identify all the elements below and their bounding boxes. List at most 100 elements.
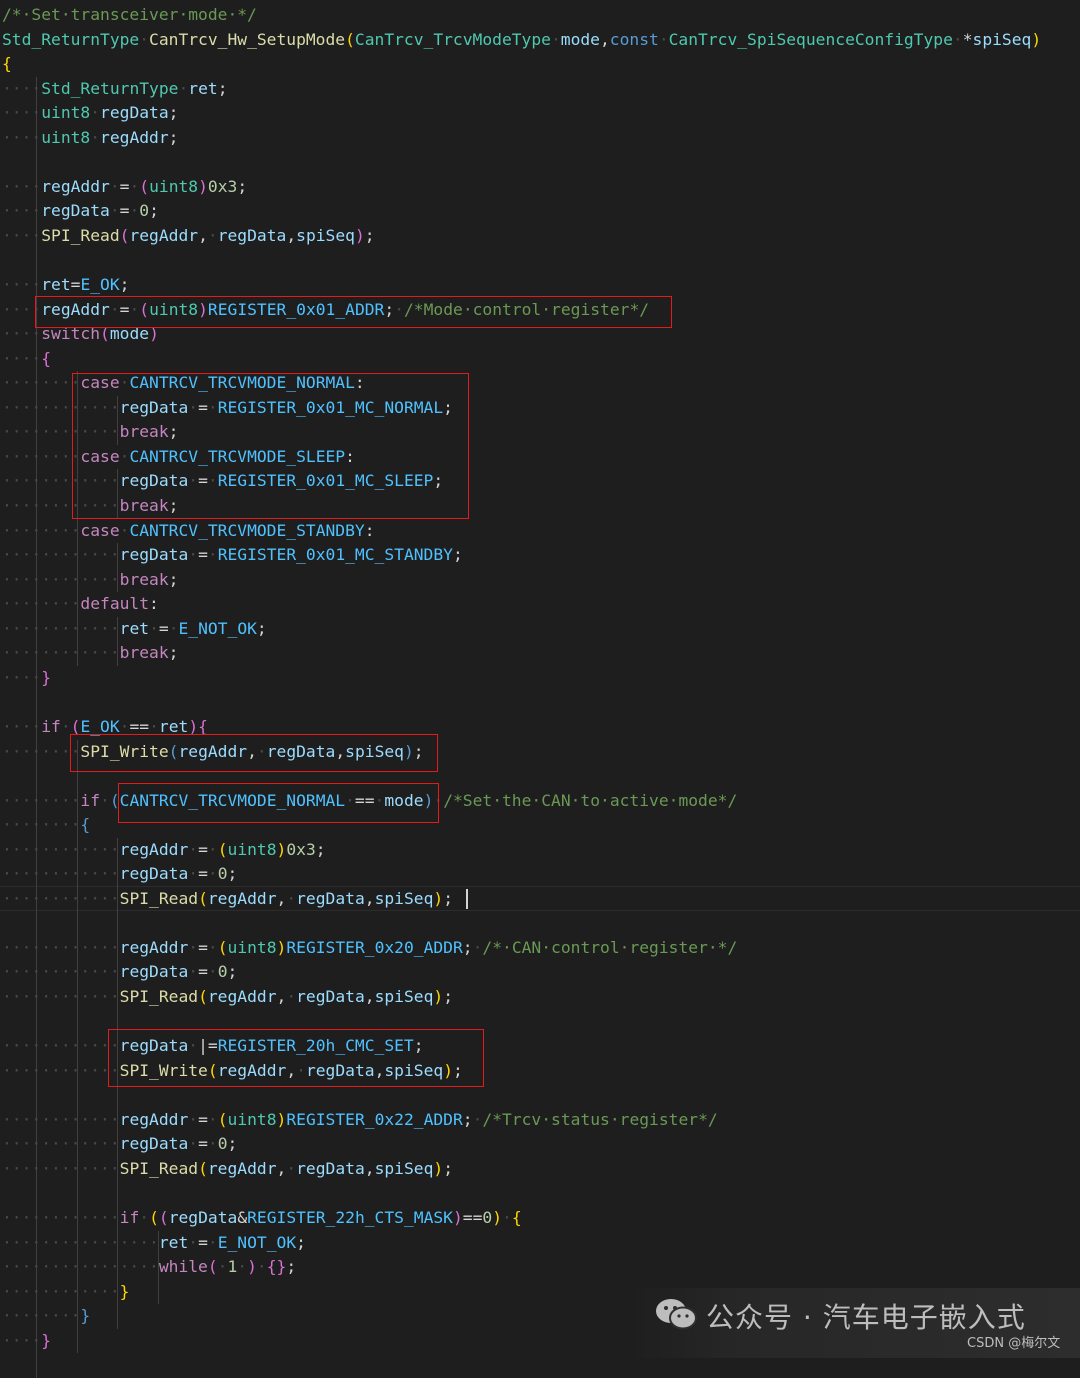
code-token: Std_ReturnType (41, 78, 179, 98)
whitespace-marker: ············ (2, 987, 120, 1006)
whitespace-marker: · (286, 1158, 297, 1178)
code-line[interactable]: ····ret=E_OK; (2, 273, 129, 298)
code-token: ; (315, 839, 326, 859)
code-token: ret (188, 78, 218, 98)
code-token: regAddr (119, 839, 189, 859)
code-line[interactable]: ····} (2, 1329, 51, 1354)
code-line[interactable]: ············SPI_Read(regAddr,·regData,sp… (2, 887, 453, 912)
code-token: spiSeq (972, 29, 1032, 49)
code-line[interactable]: ············regAddr·=·(uint8)REGISTER_0x… (2, 1108, 718, 1133)
whitespace-marker: ············ (2, 1281, 120, 1301)
whitespace-marker: · (286, 987, 297, 1006)
code-line[interactable]: ············SPI_Read(regAddr,·regData,sp… (2, 1157, 453, 1182)
code-line[interactable]: ····SPI_Read(regAddr,·regData,spiSeq); (2, 224, 375, 249)
code-token: regData (168, 1207, 238, 1227)
code-line[interactable]: ········} (2, 1304, 90, 1329)
code-line[interactable]: ············regData·=·0; (2, 862, 237, 887)
code-token: ) (492, 1207, 503, 1227)
code-token: = (198, 1134, 208, 1154)
code-token: ) (198, 176, 208, 196)
whitespace-marker: · (237, 1257, 248, 1277)
whitespace-marker: · (502, 1207, 512, 1227)
code-line[interactable]: ············SPI_Read(regAddr,·regData,sp… (2, 985, 453, 1010)
code-editor[interactable]: /*·Set·transceiver·mode·*/ Std_ReturnType… (0, 0, 1080, 1378)
whitespace-marker: · (207, 1134, 218, 1154)
code-line[interactable]: ············regAddr·=·(uint8)0x3; (2, 838, 326, 863)
code-token: /*·Set·transceiver·mode·*/ (2, 5, 257, 24)
whitespace-marker: ········ (2, 373, 81, 393)
whitespace-marker: ············ (2, 1134, 120, 1154)
code-token: ( (119, 225, 130, 245)
code-line[interactable]: ············break; (2, 641, 178, 666)
code-line[interactable]: ····} (2, 666, 51, 691)
code-token: ; (237, 176, 248, 196)
code-line[interactable]: ············} (2, 1280, 129, 1305)
whitespace-marker: ········ (2, 741, 81, 761)
code-line[interactable]: ············regData·=·0; (2, 1132, 237, 1157)
code-token: , (276, 888, 287, 908)
code-line[interactable]: ············if·((regData&REGISTER_22h_CT… (2, 1206, 522, 1231)
code-line[interactable]: ············break; (2, 568, 178, 593)
whitespace-marker: ············ (2, 643, 120, 663)
whitespace-marker: ···· (2, 716, 42, 736)
code-token: const (609, 29, 659, 49)
code-line[interactable]: /*·Set·transceiver·mode·*/ (2, 3, 257, 28)
code-token: uint8 (227, 1109, 277, 1129)
whitespace-marker: · (188, 1232, 199, 1252)
code-token: { (41, 348, 52, 368)
code-token: : (364, 520, 375, 540)
whitespace-marker: · (207, 937, 218, 957)
code-line[interactable]: { (2, 52, 12, 77)
code-line[interactable]: ····Std_ReturnType·ret; (2, 77, 228, 102)
code-line[interactable]: ········default: (2, 592, 159, 617)
code-token: regAddr (119, 937, 189, 957)
code-token: break (119, 569, 169, 589)
whitespace-marker: ···· (2, 201, 42, 221)
code-line[interactable]: ····regAddr·=·(uint8)0x3; (2, 175, 247, 200)
whitespace-marker: ···· (2, 78, 42, 98)
code-token: = (198, 839, 208, 859)
code-line[interactable]: Std_ReturnType·CanTrcv_Hw_SetupMode(CanT… (2, 28, 1041, 53)
code-line[interactable]: ········{ (2, 813, 90, 838)
code-token: if (119, 1207, 140, 1227)
code-token: CANTRCV_TRCVMODE_STANDBY (129, 520, 365, 540)
code-token: regData (41, 201, 110, 221)
code-line[interactable]: ············ret·=·E_NOT_OK; (2, 617, 267, 642)
code-line[interactable]: ····regData·=·0; (2, 199, 159, 224)
text-caret (466, 888, 468, 909)
code-token: regAddr (207, 987, 277, 1006)
code-line[interactable]: ············regAddr·=·(uint8)REGISTER_0x… (2, 936, 737, 961)
code-line[interactable]: ····{ (2, 347, 51, 372)
whitespace-marker: ···· (2, 348, 42, 368)
whitespace-marker: · (188, 1134, 199, 1154)
code-token: uint8 (149, 176, 199, 196)
code-token: spiSeq (374, 888, 434, 908)
code-line[interactable]: ················while(·1·)·{}; (2, 1255, 296, 1280)
code-token: = (198, 545, 208, 565)
code-line[interactable]: ············regData·=·0; (2, 960, 237, 985)
whitespace-marker: ···· (2, 225, 42, 245)
code-line[interactable]: ················ret·=·E_NOT_OK; (2, 1231, 306, 1256)
whitespace-marker: ········ (2, 446, 81, 466)
code-token: mode (560, 29, 600, 49)
code-token: ( (217, 937, 228, 957)
code-token: spiSeq (296, 225, 355, 245)
code-line[interactable]: ········case·CANTRCV_TRCVMODE_STANDBY: (2, 519, 375, 544)
code-token: if (41, 716, 61, 736)
code-token: 0 (217, 864, 228, 884)
code-token: ) (276, 839, 287, 859)
code-line[interactable]: ····uint8·regAddr; (2, 126, 178, 151)
watermark-text: 公众号 · 汽车电子嵌入式 (706, 1301, 1026, 1334)
code-line[interactable]: ····uint8·regData; (2, 101, 178, 126)
whitespace-marker: ············ (2, 618, 120, 638)
code-token: break (119, 643, 169, 663)
code-token: /*Set·the·CAN·to·active·mode*/ (443, 790, 738, 810)
whitespace-marker: ············ (2, 1207, 120, 1227)
whitespace-marker: · (129, 176, 140, 196)
code-line[interactable]: ············regData·=·REGISTER_0x01_MC_S… (2, 543, 463, 568)
whitespace-marker: · (207, 1232, 218, 1252)
whitespace-marker: ············ (2, 937, 120, 957)
whitespace-marker: ············ (2, 864, 120, 884)
whitespace-marker: · (188, 937, 199, 957)
code-token: ) (354, 225, 365, 245)
